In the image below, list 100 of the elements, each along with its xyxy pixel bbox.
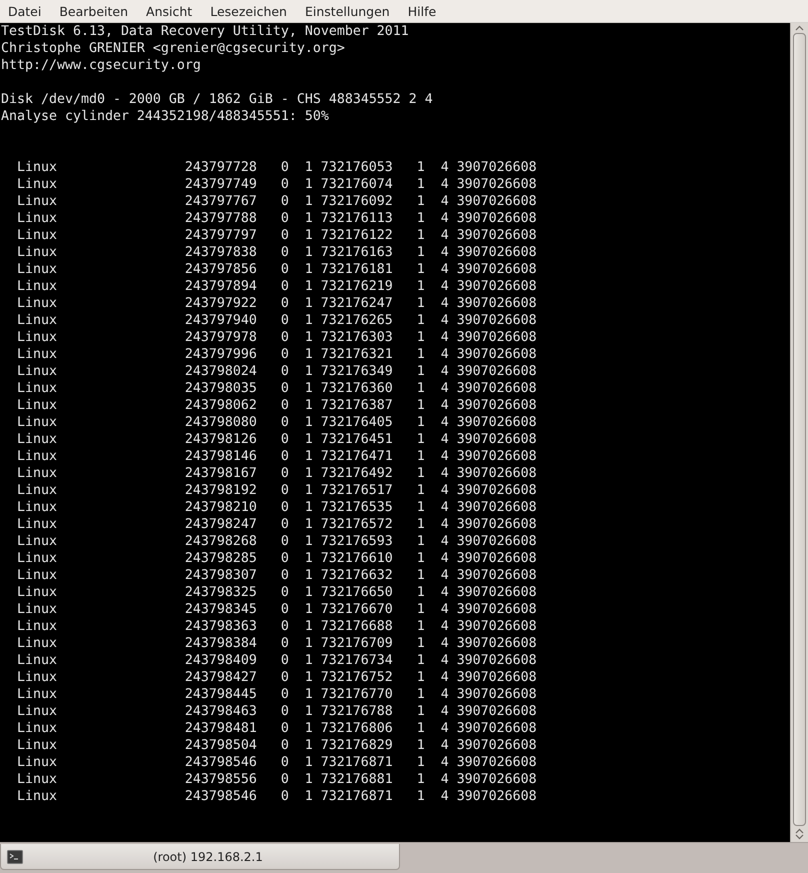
end-cylinder: 732176074: [320, 177, 393, 192]
end-sector: 4: [440, 262, 449, 277]
start-head: 0: [280, 364, 289, 379]
end-sector: 4: [440, 364, 449, 379]
end-cylinder: 732176247: [320, 296, 393, 311]
sector-count: 3907026608: [456, 466, 537, 481]
start-sector: 1: [304, 279, 313, 294]
end-cylinder: 732176752: [320, 670, 393, 685]
sector-count: 3907026608: [456, 194, 537, 209]
end-head: 1: [416, 772, 425, 787]
sector-count: 3907026608: [456, 551, 537, 566]
end-cylinder: 732176734: [320, 653, 393, 668]
end-sector: 4: [440, 772, 449, 787]
end-sector: 4: [440, 296, 449, 311]
end-head: 1: [416, 721, 425, 736]
scroll-thumb[interactable]: [793, 33, 806, 826]
menu-item[interactable]: Hilfe: [402, 4, 442, 18]
start-cylinder: 243798463: [184, 704, 257, 719]
terminal-line: Analyse cylinder 244352198/488345551: 50%: [1, 109, 329, 124]
partition-type: Linux: [16, 619, 57, 634]
start-sector: 1: [304, 296, 313, 311]
start-cylinder: 243798427: [184, 670, 257, 685]
menu-item[interactable]: Einstellungen: [298, 4, 396, 18]
start-sector: 1: [304, 585, 313, 600]
end-head: 1: [416, 653, 425, 668]
partition-type: Linux: [16, 602, 57, 617]
end-sector: 4: [440, 177, 449, 192]
partition-type: Linux: [16, 687, 57, 702]
start-head: 0: [280, 160, 289, 175]
end-sector: 4: [440, 330, 449, 345]
sector-count: 3907026608: [456, 330, 537, 345]
start-sector: 1: [304, 721, 313, 736]
start-cylinder: 243797749: [184, 177, 257, 192]
sector-count: 3907026608: [456, 721, 537, 736]
partition-type: Linux: [16, 296, 57, 311]
menu-item[interactable]: Lesezeichen: [204, 4, 293, 18]
end-sector: 4: [440, 653, 449, 668]
start-head: 0: [280, 772, 289, 787]
start-sector: 1: [304, 534, 313, 549]
start-cylinder: 243798384: [184, 636, 257, 651]
start-cylinder: 243797797: [184, 228, 257, 243]
menu-item[interactable]: Ansicht: [140, 4, 198, 18]
end-head: 1: [416, 245, 425, 260]
end-head: 1: [416, 517, 425, 532]
end-head: 1: [416, 177, 425, 192]
scroll-down-icon[interactable]: [795, 834, 804, 840]
sector-count: 3907026608: [456, 228, 537, 243]
menu-item[interactable]: Datei: [2, 4, 48, 18]
scroll-up-icon[interactable]: [795, 828, 804, 834]
end-sector: 4: [440, 738, 449, 753]
end-head: 1: [416, 296, 425, 311]
end-cylinder: 732176632: [320, 568, 393, 583]
start-head: 0: [280, 194, 289, 209]
start-cylinder: 243798062: [184, 398, 257, 413]
terminal-tab[interactable]: (root) 192.168.2.1: [0, 844, 400, 870]
menu-item[interactable]: Bearbeiten: [53, 4, 134, 18]
end-head: 1: [416, 262, 425, 277]
scroll-up-icon[interactable]: [795, 25, 804, 31]
end-sector: 4: [440, 534, 449, 549]
partition-type: Linux: [16, 449, 57, 464]
sector-count: 3907026608: [456, 211, 537, 226]
end-head: 1: [416, 670, 425, 685]
start-head: 0: [280, 738, 289, 753]
start-sector: 1: [304, 772, 313, 787]
sector-count: 3907026608: [456, 772, 537, 787]
end-cylinder: 732176535: [320, 500, 393, 515]
end-cylinder: 732176670: [320, 602, 393, 617]
end-cylinder: 732176572: [320, 517, 393, 532]
end-cylinder: 732176349: [320, 364, 393, 379]
start-head: 0: [280, 262, 289, 277]
start-cylinder: 243798126: [184, 432, 257, 447]
sector-count: 3907026608: [456, 381, 537, 396]
start-head: 0: [280, 755, 289, 770]
end-cylinder: 732176265: [320, 313, 393, 328]
start-sector: 1: [304, 330, 313, 345]
start-sector: 1: [304, 432, 313, 447]
end-head: 1: [416, 279, 425, 294]
end-cylinder: 732176709: [320, 636, 393, 651]
sector-count: 3907026608: [456, 347, 537, 362]
partition-type: Linux: [16, 466, 57, 481]
start-sector: 1: [304, 636, 313, 651]
partition-type: Linux: [16, 585, 57, 600]
end-head: 1: [416, 194, 425, 209]
start-head: 0: [280, 381, 289, 396]
partition-type: Linux: [16, 415, 57, 430]
start-cylinder: 243798035: [184, 381, 257, 396]
end-cylinder: 732176770: [320, 687, 393, 702]
sector-count: 3907026608: [456, 398, 537, 413]
partition-type: Linux: [16, 381, 57, 396]
sector-count: 3907026608: [456, 160, 537, 175]
scrollbar[interactable]: [790, 23, 808, 842]
start-sector: 1: [304, 687, 313, 702]
partition-type: Linux: [16, 704, 57, 719]
start-sector: 1: [304, 194, 313, 209]
start-sector: 1: [304, 415, 313, 430]
terminal-icon: [7, 850, 23, 864]
start-cylinder: 243798504: [184, 738, 257, 753]
end-sector: 4: [440, 721, 449, 736]
start-sector: 1: [304, 262, 313, 277]
end-head: 1: [416, 330, 425, 345]
